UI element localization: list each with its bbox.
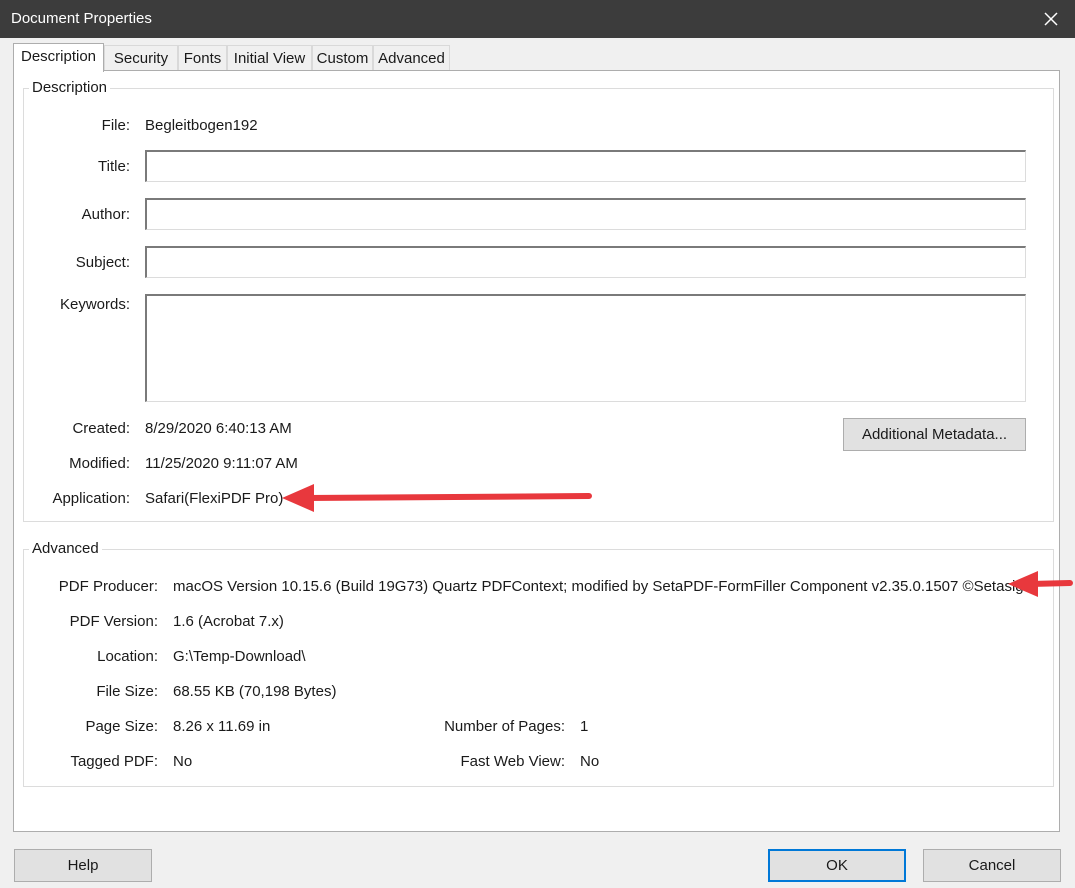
- number-of-pages-value: 1: [580, 718, 589, 735]
- advanced-group-label: Advanced: [29, 540, 102, 557]
- application-value: Safari(FlexiPDF Pro): [145, 490, 284, 507]
- page-size-label: Page Size:: [85, 718, 158, 735]
- additional-metadata-button[interactable]: Additional Metadata...: [843, 418, 1026, 451]
- file-value: Begleitbogen192: [145, 117, 258, 134]
- modified-value: 11/25/2020 9:11:07 AM: [145, 455, 298, 472]
- description-group-label: Description: [29, 79, 111, 96]
- tagged-pdf-value: No: [173, 753, 193, 770]
- title-field[interactable]: [145, 150, 1026, 182]
- tab-fonts[interactable]: Fonts: [178, 45, 227, 71]
- author-label: Author:: [81, 206, 130, 223]
- modified-label: Modified:: [69, 455, 130, 472]
- keywords-field[interactable]: [145, 294, 1026, 402]
- title-label: Title:: [98, 158, 130, 175]
- producer-arrow-icon: [1008, 571, 1073, 597]
- pdf-producer-label: PDF Producer:: [58, 578, 158, 595]
- help-button[interactable]: Help: [14, 849, 152, 882]
- page-size-value: 8.26 x 11.69 in: [173, 718, 271, 735]
- tab-panel-description: Description File: Begleitbogen192 Title:…: [13, 70, 1060, 832]
- description-group: Description File: Begleitbogen192 Title:…: [23, 79, 1054, 522]
- file-label: File:: [101, 117, 130, 134]
- pdf-version-value: 1.6 (Acrobat 7.x): [173, 613, 284, 630]
- application-label: Application:: [52, 490, 130, 507]
- fast-web-view-label: Fast Web View:: [460, 753, 566, 770]
- title-bar: Document Properties: [0, 0, 1075, 38]
- tab-description[interactable]: Description: [13, 43, 104, 72]
- tab-custom[interactable]: Custom: [312, 45, 373, 71]
- file-size-value: 68.55 KB (70,198 Bytes): [173, 683, 337, 700]
- tab-initial-view[interactable]: Initial View: [227, 45, 312, 71]
- tab-security[interactable]: Security: [104, 45, 178, 71]
- application-arrow-icon: [282, 484, 592, 512]
- created-label: Created:: [72, 420, 130, 437]
- pdf-producer-value: macOS Version 10.15.6 (Build 19G73) Quar…: [173, 578, 1032, 595]
- close-icon[interactable]: [1041, 9, 1061, 29]
- pdf-version-label: PDF Version:: [69, 613, 158, 630]
- fast-web-view-value: No: [580, 753, 600, 770]
- created-value: 8/29/2020 6:40:13 AM: [145, 420, 292, 437]
- location-label: Location:: [97, 648, 158, 665]
- cancel-button[interactable]: Cancel: [923, 849, 1061, 882]
- tagged-pdf-label: Tagged PDF:: [70, 753, 158, 770]
- author-field[interactable]: [145, 198, 1026, 230]
- ok-button[interactable]: OK: [768, 849, 906, 882]
- number-of-pages-label: Number of Pages:: [444, 718, 565, 735]
- subject-label: Subject:: [75, 254, 130, 271]
- subject-field[interactable]: [145, 246, 1026, 278]
- file-size-label: File Size:: [96, 683, 158, 700]
- tab-advanced[interactable]: Advanced: [373, 45, 450, 71]
- advanced-group: Advanced PDF Producer: macOS Version 10.…: [23, 540, 1054, 787]
- window-title: Document Properties: [11, 10, 152, 27]
- keywords-label: Keywords:: [59, 296, 130, 313]
- location-value: G:\Temp-Download\: [173, 648, 306, 665]
